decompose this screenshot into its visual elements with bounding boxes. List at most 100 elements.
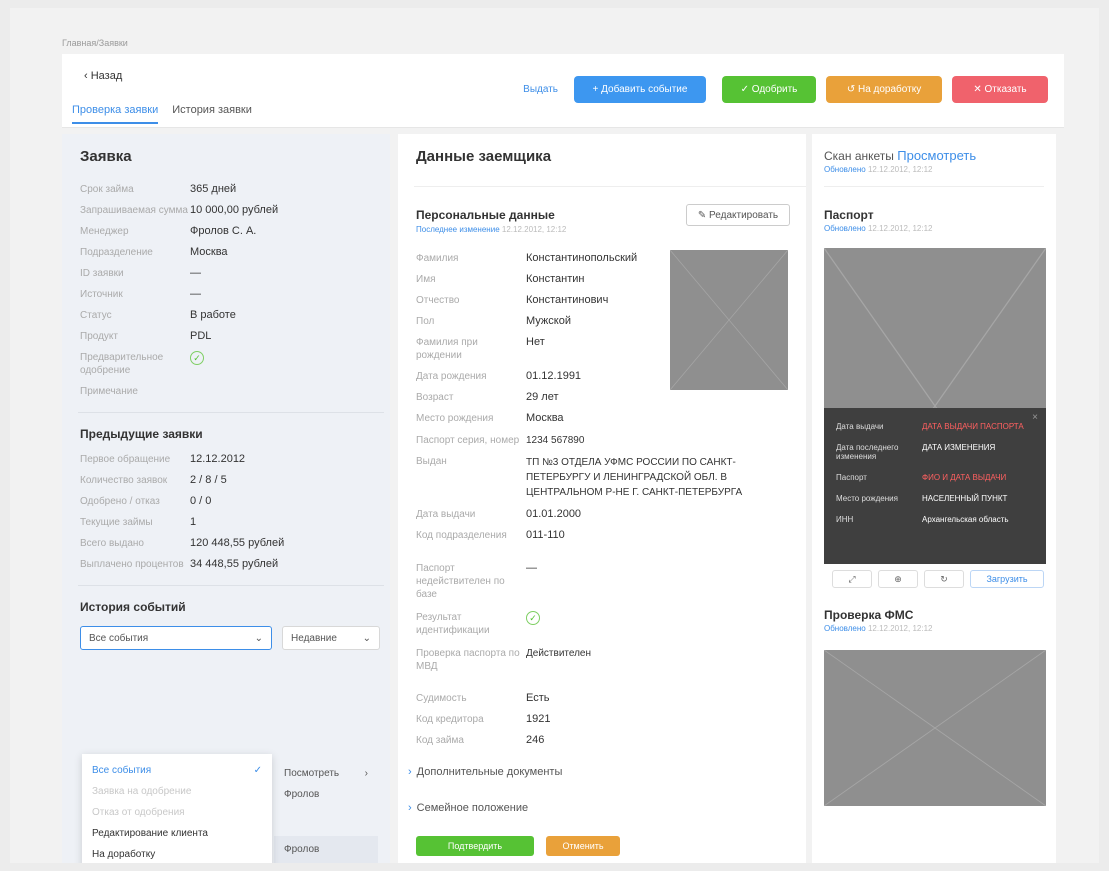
passport-updated-link[interactable]: Обновлено [824, 224, 866, 233]
field-label: Количество заявок [80, 475, 168, 486]
status-badge: В работе [190, 309, 236, 321]
scan-header: Скан анкеты Просмотреть Обновлено 12.12.… [824, 148, 976, 174]
field-label: Выплачено процентов [80, 559, 184, 570]
ocr-label: Паспорт [836, 473, 867, 482]
family-status-toggle[interactable]: Семейное положение [408, 802, 528, 814]
back-link[interactable]: ‹ Назад [84, 70, 122, 82]
field-value: 0 / 0 [190, 495, 212, 507]
field-label: Текущие займы [80, 517, 153, 528]
upload-button[interactable]: Загрузить [970, 570, 1044, 588]
field-label: Статус [80, 310, 112, 321]
previous-applications-title[interactable]: Предыдущие заявки [80, 427, 374, 441]
field-label: Место рождения [416, 413, 494, 424]
field-label: Примечание [80, 386, 138, 397]
field-value: 12.12.2012 [190, 453, 246, 465]
field-label: Срок займа [80, 184, 134, 195]
additional-documents-toggle[interactable]: Дополнительные документы [408, 766, 563, 778]
extra-fields: Судимость Есть Код кредитора 1921 Код займ… [416, 692, 796, 755]
check-icon: ✓ [526, 611, 540, 625]
zoom-icon[interactable]: ⊕ [878, 570, 918, 588]
field-value: 01.01.2000 [526, 508, 582, 520]
passport-updated-date: 12.12.2012, 12:12 [867, 224, 933, 233]
passport-ocr-overlay: × Дата выдачи ДАТА ВЫДАЧИ ПАСПОРТА Дата п… [824, 408, 1046, 564]
field-value: Мужской [526, 315, 571, 327]
events-history-title[interactable]: История событий [80, 600, 380, 614]
application-fields: Срок займа 365 дней Запрашиваемая сумма 10… [80, 183, 374, 398]
field-value: Москва [190, 246, 228, 258]
fms-scan[interactable] [824, 650, 1046, 806]
list-item[interactable]: Фролов [274, 785, 378, 836]
divider [824, 186, 1044, 187]
borrower-panel: Данные заемщика Персональные данные Посл… [398, 134, 806, 863]
sort-value: Недавние [291, 632, 337, 644]
chevron-down-icon: ⌄ [254, 632, 263, 644]
breadcrumb[interactable]: Главная/Заявки [62, 38, 128, 48]
reject-button[interactable]: ✕ Отказать [952, 76, 1048, 103]
rework-button[interactable]: ↺ На доработку [826, 76, 942, 103]
scan-label: Скан анкеты [824, 149, 894, 163]
field-value: Нет [526, 336, 545, 348]
fms-header: Проверка ФМС Обновлено 12.12.2012, 12:12 [824, 608, 932, 633]
sort-select[interactable]: Недавние ⌄ [282, 626, 380, 650]
event-filter-select[interactable]: Все события ⌄ [80, 626, 272, 650]
image-placeholder-icon [670, 250, 788, 390]
ocr-label: ИНН [836, 515, 854, 524]
list-item[interactable]: Фролов [274, 836, 378, 863]
add-event-button[interactable]: + Добавить событие [574, 76, 706, 103]
ocr-value: НАСЕЛЕННЫЙ ПУНКТ [922, 494, 1008, 503]
edit-button[interactable]: ✎ Редактировать [686, 204, 790, 226]
last-change-link[interactable]: Последнее изменение [416, 225, 500, 234]
field-label: Подразделение [80, 247, 153, 258]
ocr-label: Дата последнего изменения [836, 443, 899, 461]
borrower-title: Данные заемщика [416, 148, 552, 165]
tab-application-history[interactable]: История заявки [172, 104, 252, 124]
field-label: Дата рождения [416, 371, 487, 382]
field-value: Константинопольский [526, 252, 638, 264]
last-change-date: 12.12.2012, 12:12 [501, 225, 567, 234]
field-label: Всего выдано [80, 538, 144, 549]
field-label: Выдан [416, 456, 447, 467]
check-fields: Паспорт недействителен по базе — Результа… [416, 562, 796, 683]
borrower-photo[interactable] [670, 250, 788, 390]
field-label: Фамилия при рождении [416, 337, 478, 361]
photo-toolbar: ⤢ ⊕ ↻ Загрузить [832, 570, 1044, 588]
field-label: Предварительное одобрение [80, 352, 164, 376]
tab-check-application[interactable]: Проверка заявки [72, 104, 159, 124]
dropdown-option[interactable]: Редактирование клиента [82, 823, 272, 844]
ocr-value: ДАТА ИЗМЕНЕНИЯ [922, 443, 996, 452]
field-label: ID заявки [80, 268, 124, 279]
scan-view-link[interactable]: Просмотреть [897, 148, 976, 163]
field-value: 365 дней [190, 183, 237, 195]
field-value: Москва [526, 412, 564, 424]
dropdown-option[interactable]: На доработку [82, 844, 272, 863]
rotate-icon[interactable]: ↻ [924, 570, 964, 588]
scan-updated-link[interactable]: Обновлено [824, 165, 866, 174]
field-value: Есть [526, 692, 550, 704]
fms-updated-link[interactable]: Обновлено [824, 624, 866, 633]
close-icon[interactable]: × [1032, 412, 1038, 423]
field-value: 10 000,00 рублей [190, 204, 279, 216]
personal-fields: Фамилия Константинопольский Имя Константин… [416, 252, 666, 433]
field-value: Константин [526, 273, 585, 285]
ocr-label: Дата выдачи [836, 422, 884, 431]
cancel-button[interactable]: Отменить [546, 836, 620, 856]
chevron-right-icon: › [364, 768, 368, 779]
field-label: Паспорт серия, номер [416, 435, 520, 446]
ocr-value: ФИО И ДАТА ВЫДАЧИ [922, 473, 1007, 482]
dropdown-option: Отказ от одобрения [92, 807, 185, 818]
event-filter-dropdown: Все события ✓ Заявка на одобрение Отказ о… [82, 754, 272, 863]
field-label: Пол [416, 316, 435, 327]
field-label: Отчество [416, 295, 460, 306]
dropdown-option[interactable]: Все события ✓ [82, 760, 272, 781]
field-value: 011-110 [526, 529, 565, 541]
list-item[interactable]: Посмотреть [284, 768, 339, 779]
fms-updated-date: 12.12.2012, 12:12 [867, 624, 933, 633]
passport-header: Паспорт Обновлено 12.12.2012, 12:12 [824, 208, 932, 233]
confirm-button[interactable]: Подтвердить [416, 836, 534, 856]
field-label: Проверка паспорта по МВД [416, 648, 520, 672]
field-label: Запрашиваемая сумма [80, 205, 188, 216]
field-label: Имя [416, 274, 436, 285]
issue-link[interactable]: Выдать [523, 84, 558, 95]
approve-button[interactable]: ✓ Одобрить [722, 76, 816, 103]
expand-icon[interactable]: ⤢ [832, 570, 872, 588]
